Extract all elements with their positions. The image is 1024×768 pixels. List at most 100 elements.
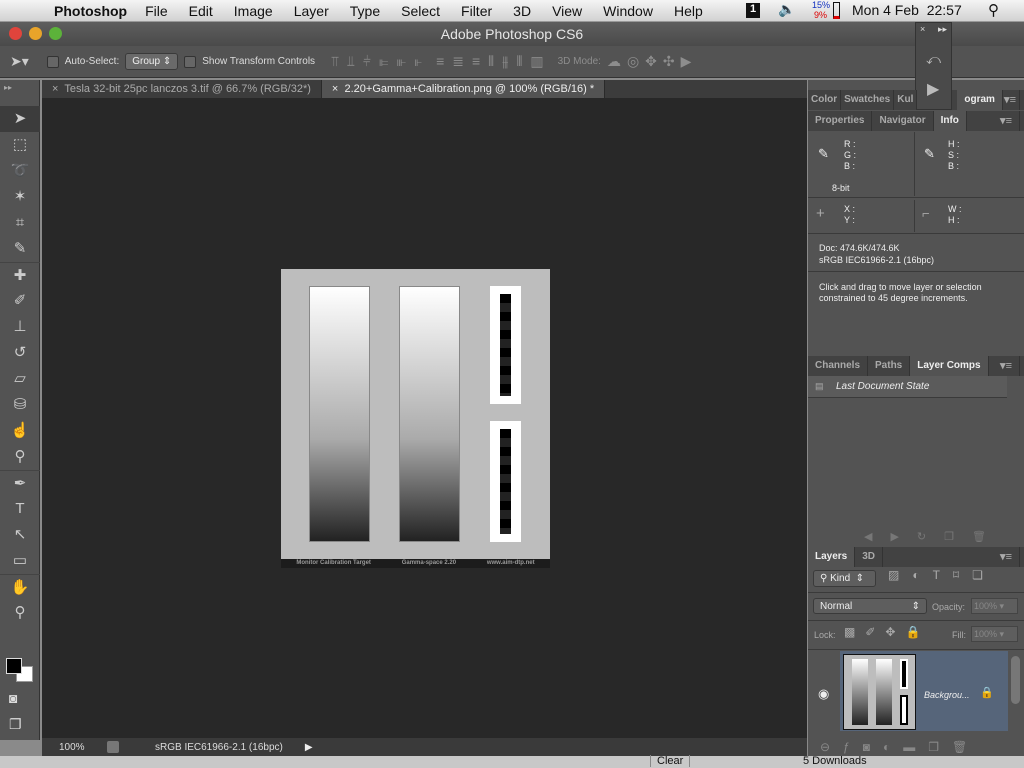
history-brush-tool-icon[interactable]: ↺ <box>0 340 40 366</box>
close-icon[interactable]: × <box>920 24 925 34</box>
auto-select-dropdown[interactable]: Group ⇕ <box>125 53 179 70</box>
tab-layers[interactable]: Layers <box>808 547 856 567</box>
marquee-tool-icon[interactable]: ⬚ <box>0 132 40 158</box>
spotlight-search-icon[interactable]: ⚲ <box>988 1 999 19</box>
eyedropper-icon[interactable]: ✎ <box>818 147 829 160</box>
panel-menu-icon[interactable]: ▾≡ <box>993 356 1020 376</box>
document-image[interactable]: Monitor Calibration Target Gamma-space 2… <box>281 269 550 568</box>
layer-comps-buttons[interactable]: ◀▶↻❐🗑 <box>808 528 1024 546</box>
fill-field[interactable]: 100% ▾ <box>971 626 1018 642</box>
hand-tool-icon[interactable]: ✋ <box>0 574 40 600</box>
input-menu-icon[interactable]: 1 <box>746 3 760 18</box>
clock[interactable]: Mon 4 Feb 22:57 <box>852 2 962 18</box>
layer-comp-item[interactable]: ▤ Last Document State <box>808 376 1007 398</box>
panel-menu-icon[interactable]: ▾≡ <box>1001 90 1020 110</box>
tab-kuler[interactable]: Kul <box>894 90 918 110</box>
play-icon[interactable]: ▶ <box>927 79 939 99</box>
layers-scrollbar[interactable] <box>1011 656 1020 704</box>
stamp-tool-icon[interactable]: ⊥ <box>0 314 40 340</box>
tab-swatches[interactable]: Swatches <box>841 90 895 110</box>
history-icon[interactable]: ⤺ <box>926 51 941 68</box>
eyedropper-icon[interactable]: ✎ <box>924 147 935 160</box>
canvas-area[interactable]: Monitor Calibration Target Gamma-space 2… <box>42 98 807 738</box>
opacity-field[interactable]: 100% ▾ <box>971 598 1018 614</box>
menu-filter[interactable]: Filter <box>461 3 492 19</box>
tab-info[interactable]: Info <box>933 111 967 131</box>
move-tool-preset-icon[interactable]: ➤▾ <box>10 53 29 70</box>
healing-tool-icon[interactable]: ✚ <box>0 262 40 288</box>
status-icon[interactable] <box>107 741 119 753</box>
3d-mode-icons[interactable]: ☁◎✥✣▶ <box>607 53 697 70</box>
dodge-tool-icon[interactable]: ⚲ <box>0 444 40 470</box>
minimize-window-button[interactable] <box>29 27 42 40</box>
tab-3d[interactable]: 3D <box>855 547 884 567</box>
tab-color[interactable]: Color <box>808 90 842 110</box>
lock-icons[interactable]: ▩✐✥🔒 <box>844 626 930 638</box>
close-tab-icon[interactable]: × <box>332 83 338 95</box>
filter-icons[interactable]: ▨◐T⌑❏ <box>888 569 996 581</box>
layers-bottom-buttons[interactable]: ⊖ƒ◙◐▬❐🗑 <box>808 738 1024 756</box>
screen-mode-icon[interactable]: ❐ <box>9 716 22 733</box>
volume-icon[interactable]: 🔈 <box>778 1 795 18</box>
menu-help[interactable]: Help <box>674 3 703 19</box>
expand-icon[interactable]: ▸▸ <box>938 24 947 35</box>
menu-window[interactable]: Window <box>603 3 653 19</box>
tab-properties[interactable]: Properties <box>808 111 873 131</box>
tab-gamma-calibration[interactable]: × 2.20+Gamma+Calibration.png @ 100% (RGB… <box>321 80 606 98</box>
smudge-tool-icon[interactable]: ☝ <box>0 418 40 444</box>
quick-mask-icon[interactable]: ◙ <box>9 690 17 706</box>
zoom-window-button[interactable] <box>49 27 62 40</box>
eyedropper-tool-icon[interactable]: ✎ <box>0 236 40 262</box>
info-bit-depth[interactable]: 8-bit <box>832 183 850 194</box>
tab-paths[interactable]: Paths <box>868 356 911 376</box>
tab-histogram[interactable]: ogram <box>957 90 1003 110</box>
filter-kind-dropdown[interactable]: ⚲ Kind ⇕ <box>813 570 876 587</box>
tab-layer-comps[interactable]: Layer Comps <box>910 356 989 376</box>
collapse-icon[interactable]: ▸▸ <box>0 80 39 106</box>
move-tool-icon[interactable]: ➤ <box>0 106 40 132</box>
type-tool-icon[interactable]: T <box>0 496 40 522</box>
battery-icon[interactable] <box>833 2 840 19</box>
magic-wand-tool-icon[interactable]: ✶ <box>0 184 40 210</box>
close-tab-icon[interactable]: × <box>52 83 58 95</box>
visibility-eye-icon[interactable]: ◉ <box>818 687 829 700</box>
show-transform-checkbox[interactable] <box>184 55 197 68</box>
layer-row-background[interactable]: ◉ Backgrou... 🔒 <box>808 650 1008 731</box>
zoom-tool-icon[interactable]: ⚲ <box>0 600 40 626</box>
brush-tool-icon[interactable]: ✐ <box>0 288 40 314</box>
path-select-tool-icon[interactable]: ↖ <box>0 522 40 548</box>
menu-type[interactable]: Type <box>350 3 380 19</box>
menu-view[interactable]: View <box>552 3 582 19</box>
menu-file[interactable]: File <box>145 3 168 19</box>
layer-name[interactable]: Backgrou... <box>924 690 970 701</box>
zoom-level[interactable]: 100% <box>59 742 99 753</box>
foreground-color-swatch-top[interactable] <box>6 658 22 674</box>
close-window-button[interactable] <box>9 27 22 40</box>
menu-3d[interactable]: 3D <box>513 3 531 19</box>
tab-channels[interactable]: Channels <box>808 356 869 376</box>
clear-button[interactable]: Clear <box>650 755 691 767</box>
align-icons[interactable]: ⫪⫫⫩⊫⊪⊩ <box>331 53 430 70</box>
panel-menu-icon[interactable]: ▾≡ <box>993 111 1020 131</box>
crop-tool-icon[interactable]: ⌗ <box>0 210 40 236</box>
gradient-bar-2 <box>399 286 460 542</box>
pen-tool-icon[interactable]: ✒ <box>0 470 40 496</box>
blend-mode-dropdown[interactable]: Normal ⇕ <box>813 598 927 614</box>
auto-select-value: Group <box>132 56 161 67</box>
lasso-tool-icon[interactable]: ➰ <box>0 158 40 184</box>
menu-image[interactable]: Image <box>234 3 273 19</box>
rectangle-tool-icon[interactable]: ▭ <box>0 548 40 574</box>
eraser-tool-icon[interactable]: ▱ <box>0 366 40 392</box>
menu-layer[interactable]: Layer <box>294 3 329 19</box>
auto-select-checkbox[interactable] <box>46 55 59 68</box>
menu-edit[interactable]: Edit <box>189 3 213 19</box>
menu-app[interactable]: Photoshop <box>54 3 127 19</box>
panel-menu-icon[interactable]: ▾≡ <box>993 547 1020 567</box>
distribute-icons[interactable]: ≡≣≡⫴⫵⫴▥ <box>436 53 552 70</box>
status-menu-arrow[interactable]: ▶ <box>305 742 313 753</box>
tab-navigator[interactable]: Navigator <box>872 111 934 131</box>
paint-bucket-tool-icon[interactable]: ⛁ <box>0 392 40 418</box>
menu-select[interactable]: Select <box>401 3 440 19</box>
tab-tesla[interactable]: × Tesla 32-bit 25pc lanczos 3.tif @ 66.7… <box>42 80 322 98</box>
status-bar: 100% sRGB IEC61966-2.1 (16bpc) ▶ <box>42 738 807 756</box>
